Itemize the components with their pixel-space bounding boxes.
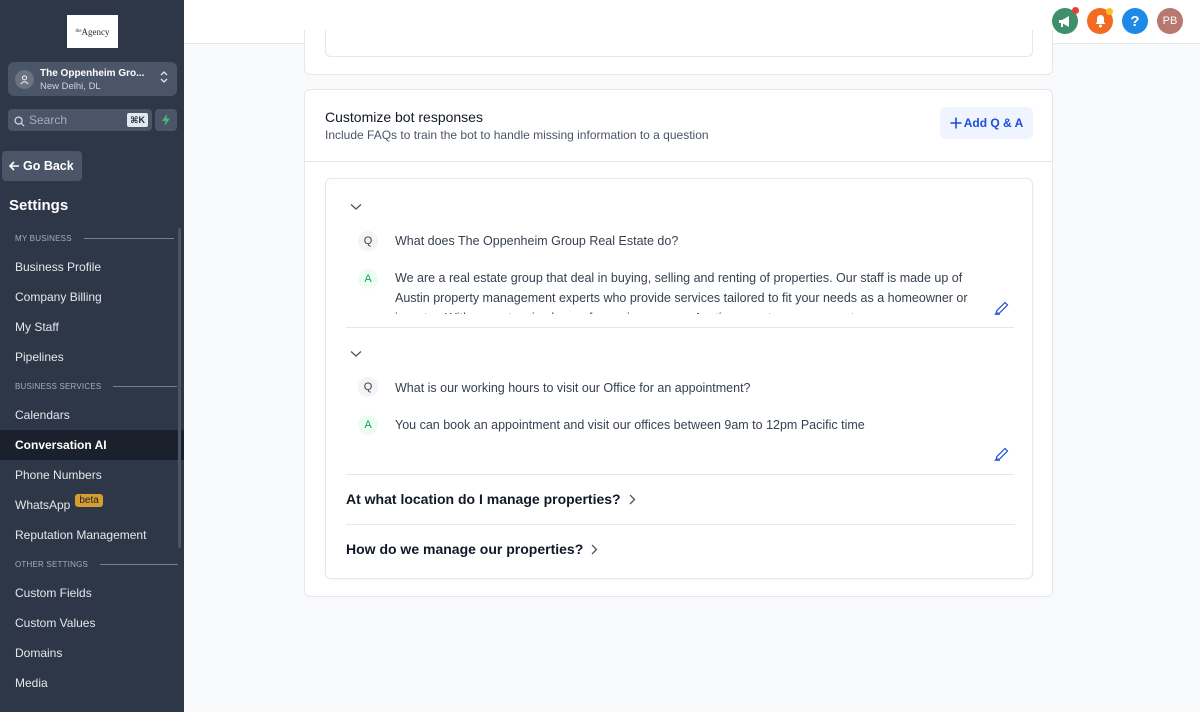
location-name: The Oppenheim Gro... — [40, 68, 145, 79]
faq-separator — [346, 524, 1015, 525]
previous-card-inner — [325, 30, 1033, 57]
sidebar-item-media[interactable]: Media — [0, 668, 184, 698]
notification-dot — [1072, 7, 1079, 14]
announcement-button[interactable] — [1052, 7, 1079, 34]
faq-collapsed-item[interactable]: At what location do I manage properties? — [346, 491, 636, 507]
bell-dot — [1106, 8, 1113, 15]
answer-badge: A — [358, 269, 378, 289]
bot-responses-card: Customize bot responses Include FAQs to … — [304, 89, 1053, 597]
sidebar-item-company-billing[interactable]: Company Billing — [0, 282, 184, 312]
sidebar-item-pipelines[interactable]: Pipelines — [0, 342, 184, 372]
sidebar-item-conversation-ai[interactable]: Conversation AI — [0, 430, 184, 460]
section-label-business-services: BUSINESS SERVICES — [15, 382, 178, 391]
question-badge: Q — [358, 231, 378, 251]
plus-icon — [950, 117, 962, 129]
sidebar-item-custom-values[interactable]: Custom Values — [0, 608, 184, 638]
go-back-button[interactable]: Go Back — [2, 151, 82, 181]
sidebar-scrollbar[interactable] — [178, 228, 181, 548]
search-icon — [14, 114, 25, 132]
chevron-updown-icon — [160, 70, 168, 86]
sidebar-item-domains[interactable]: Domains — [0, 638, 184, 668]
faq-question: What does The Oppenheim Group Real Estat… — [395, 234, 679, 248]
answer-badge: A — [358, 415, 378, 435]
beta-badge: beta — [75, 493, 103, 507]
location-icon — [15, 70, 34, 89]
quick-actions-button[interactable] — [155, 109, 177, 131]
settings-title: Settings — [9, 197, 69, 214]
sidebar-item-whatsapp[interactable]: WhatsApp beta — [0, 490, 184, 520]
agency-logo[interactable]: the Agency — [67, 15, 118, 48]
location-switcher[interactable]: The Oppenheim Gro... New Delhi, DL — [8, 62, 177, 96]
card-title: Customize bot responses — [325, 109, 483, 125]
edit-pencil-icon[interactable] — [994, 301, 1010, 320]
previous-card — [304, 30, 1053, 75]
faq-separator — [346, 327, 1014, 328]
search-box[interactable]: Search ⌘K — [8, 109, 152, 131]
help-button[interactable]: ? — [1122, 8, 1148, 34]
faq-answer: You can book an appointment and visit ou… — [395, 418, 865, 432]
card-divider — [305, 161, 1052, 162]
faq-collapsed-question: At what location do I manage properties? — [346, 491, 621, 507]
location-city: New Delhi, DL — [40, 81, 101, 92]
add-qa-label: Add Q & A — [963, 116, 1024, 130]
faq-list: Q What does The Oppenheim Group Real Est… — [325, 178, 1033, 579]
faq-collapsed-question: How do we manage our properties? — [346, 541, 584, 557]
question-badge: Q — [358, 377, 378, 397]
search-shortcut: ⌘K — [127, 113, 148, 127]
add-qa-button[interactable]: Add Q & A — [940, 107, 1033, 139]
faq-separator — [346, 474, 1014, 475]
sidebar-item-calendars[interactable]: Calendars — [0, 400, 184, 430]
chevron-right-icon — [629, 494, 636, 504]
go-back-label: Go Back — [23, 159, 74, 173]
faq-question: What is our working hours to visit our O… — [395, 381, 751, 395]
bolt-icon — [162, 114, 170, 126]
sidebar-item-custom-fields[interactable]: Custom Fields — [0, 578, 184, 608]
chevron-right-icon — [591, 544, 598, 554]
section-label-my-business: MY BUSINESS — [15, 234, 174, 243]
user-avatar[interactable]: PB — [1157, 8, 1183, 34]
arrow-left-icon — [8, 161, 19, 171]
sidebar: the Agency The Oppenheim Gro... New Delhi… — [0, 0, 184, 712]
sidebar-item-business-profile[interactable]: Business Profile — [0, 252, 184, 282]
whatsapp-label: WhatsApp — [15, 498, 71, 512]
bell-icon — [1095, 15, 1105, 28]
faq-collapsed-item[interactable]: How do we manage our properties? — [346, 541, 598, 557]
chevron-down-icon[interactable] — [350, 345, 362, 363]
section-label-other-settings: OTHER SETTINGS — [15, 560, 179, 569]
notifications-button[interactable] — [1087, 8, 1113, 34]
faq-answer: We are a real estate group that deal in … — [395, 271, 968, 314]
sidebar-item-reputation-management[interactable]: Reputation Management — [0, 520, 184, 550]
megaphone-icon — [1059, 15, 1069, 27]
edit-pencil-icon[interactable] — [994, 447, 1010, 466]
search-input[interactable]: Search — [29, 113, 67, 127]
chevron-down-icon[interactable] — [350, 198, 362, 216]
logo-text: Agency — [81, 26, 110, 37]
card-subtitle: Include FAQs to train the bot to handle … — [325, 128, 709, 142]
sidebar-item-phone-numbers[interactable]: Phone Numbers — [0, 460, 184, 490]
sidebar-item-my-staff[interactable]: My Staff — [0, 312, 184, 342]
